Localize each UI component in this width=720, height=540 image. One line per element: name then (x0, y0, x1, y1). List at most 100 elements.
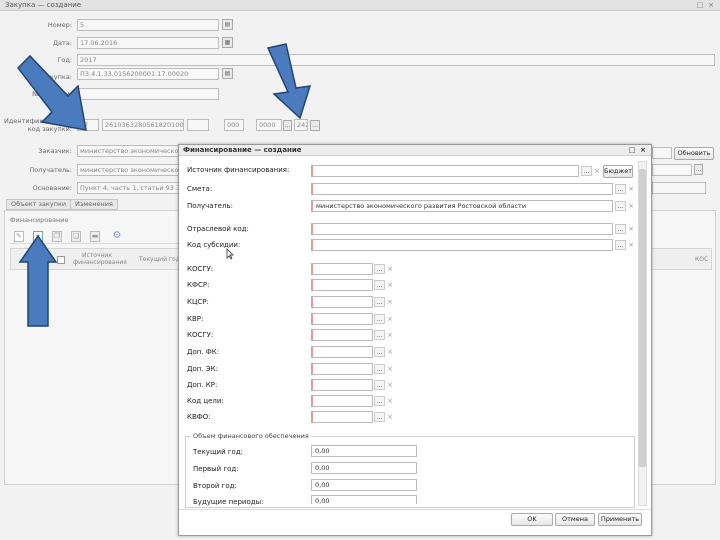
kcsr-clear-icon[interactable]: × (386, 297, 394, 307)
current-year-label: Текущий год: (193, 448, 244, 456)
settings-icon[interactable]: ⚙ (111, 230, 123, 242)
kvr-input[interactable] (311, 313, 373, 325)
tab-changes[interactable]: Изменения (70, 199, 118, 210)
ikz-part3-lookup-icon[interactable]: … (283, 120, 292, 131)
col-source-header[interactable]: Источник финансирования (73, 252, 127, 266)
goal-code-clear-icon[interactable]: × (386, 396, 394, 406)
subsidy-code-lookup-icon[interactable]: … (615, 240, 626, 250)
subsidy-code-input[interactable] (311, 239, 613, 251)
recipient-field[interactable]: министерство экономического р (77, 164, 179, 176)
col-current-year-header[interactable]: Текущий год (139, 256, 180, 263)
kvr-lookup-icon[interactable]: … (374, 314, 385, 324)
dop-ek-lookup-icon[interactable]: … (374, 364, 385, 374)
dop-fk-input[interactable] (311, 346, 373, 358)
year-field[interactable]: 2017 (77, 54, 715, 66)
kvr-clear-icon[interactable]: × (386, 314, 394, 324)
subsidy-code-clear-icon[interactable]: × (627, 240, 635, 250)
kosgu-clear-icon[interactable]: × (386, 264, 394, 274)
dop-fk-lookup-icon[interactable]: … (374, 347, 385, 357)
ikz-part2-field[interactable]: 000 (224, 119, 244, 131)
budget-button[interactable]: Бюджет (603, 165, 633, 178)
number-field[interactable]: 5 (77, 19, 219, 31)
recipient-label: Получатель: (29, 166, 72, 174)
basis-field[interactable]: Пункт 4, часть 1, статьи 93 Закон (77, 182, 179, 194)
kvfo-input[interactable] (311, 411, 373, 423)
dop-kr-lookup-icon[interactable]: … (374, 380, 385, 390)
branch-code-clear-icon[interactable]: × (627, 224, 635, 234)
ikz-part1-field[interactable] (187, 119, 209, 131)
tab-purchase-object[interactable]: Объект закупки (6, 199, 72, 210)
estimate-label: Смета: (187, 185, 213, 193)
branch-code-input[interactable] (311, 223, 613, 235)
kfsr-lookup-icon[interactable]: … (374, 280, 385, 290)
kosgu2-input[interactable] (311, 329, 373, 341)
estimate-input[interactable] (311, 183, 613, 195)
goal-code-lookup-icon[interactable]: … (374, 396, 385, 406)
kcsr-input[interactable] (311, 296, 373, 308)
purchase-doc-icon[interactable]: ▤ (222, 68, 233, 79)
estimate-clear-icon[interactable]: × (627, 184, 635, 194)
refresh-button[interactable]: Обновить (674, 147, 714, 160)
kosgu-lookup-icon[interactable]: … (374, 264, 385, 274)
future-periods-input[interactable]: 0,00 (311, 495, 417, 505)
ikz-part4-field[interactable]: 242 (294, 119, 308, 131)
recipient-dlg-label: Получатель: (187, 202, 233, 210)
select-all-checkbox[interactable] (57, 256, 65, 264)
dialog-maximize-icon[interactable]: □ (628, 146, 636, 154)
duplicate-icon[interactable]: ❏ (71, 231, 81, 242)
cancel-button[interactable]: Отмена (555, 513, 595, 526)
source-input[interactable] (311, 165, 579, 177)
calendar-icon[interactable]: ▦ (222, 37, 233, 48)
number-doc-icon[interactable]: ▤ (222, 19, 233, 30)
branch-code-lookup-icon[interactable]: … (615, 224, 626, 234)
kcsr-lookup-icon[interactable]: … (374, 297, 385, 307)
fieldset-legend: Объем финансового обеспечения (191, 432, 311, 440)
date-field[interactable]: 17.06.2016 (77, 37, 219, 49)
recipient-field-tail[interactable] (652, 164, 692, 176)
kvfo-clear-icon[interactable]: × (386, 412, 394, 422)
ikz-code-field[interactable]: 2610363280561820100 (102, 119, 184, 131)
dop-kr-clear-icon[interactable]: × (386, 380, 394, 390)
goal-code-input[interactable] (311, 395, 373, 407)
close-icon[interactable]: × (707, 1, 715, 9)
recipient-lookup-icon[interactable]: … (694, 164, 703, 175)
kvfo-lookup-icon[interactable]: … (374, 412, 385, 422)
dop-ek-input[interactable] (311, 363, 373, 375)
customer-field-tail[interactable] (652, 147, 672, 159)
kosgu-input[interactable] (311, 263, 373, 275)
window-titlebar: Закупка — создание □ × (0, 0, 720, 11)
number-label: Номер: (47, 21, 72, 29)
recipient-dlg-lookup-icon[interactable]: … (615, 201, 626, 211)
dop-kr-input[interactable] (311, 379, 373, 391)
dialog-close-icon[interactable]: × (639, 146, 647, 154)
col-kos-header[interactable]: КОС (695, 256, 708, 263)
customer-field[interactable]: министерство экономического ра (77, 145, 179, 157)
ok-button[interactable]: OK (511, 513, 553, 526)
current-year-input[interactable]: 0,00 (311, 445, 417, 457)
dop-fk-clear-icon[interactable]: × (386, 347, 394, 357)
recipient-dlg-clear-icon[interactable]: × (627, 201, 635, 211)
dop-ek-clear-icon[interactable]: × (386, 364, 394, 374)
kfsr-input[interactable] (311, 279, 373, 291)
source-clear-icon[interactable]: × (593, 166, 601, 176)
purchase-no-field[interactable]: П3.4.1.33.0156200001.17.00020 (77, 68, 219, 80)
apply-button[interactable]: Применить (598, 513, 642, 526)
maximize-icon[interactable]: □ (696, 1, 704, 9)
window-title: Закупка — создание (5, 1, 82, 9)
kfsr-label: КФСР: (187, 281, 210, 289)
basis-field-tail[interactable] (652, 182, 706, 194)
ikz-part4-lookup-icon[interactable]: … (310, 120, 320, 131)
order-no-field[interactable] (77, 88, 219, 100)
source-lookup-icon[interactable]: … (581, 166, 592, 176)
delete-icon[interactable]: ▬ (90, 231, 100, 242)
kosgu2-clear-icon[interactable]: × (386, 330, 394, 340)
ikz-part3-field[interactable]: 0000 (256, 119, 282, 131)
kfsr-clear-icon[interactable]: × (386, 280, 394, 290)
first-year-input[interactable]: 0,00 (311, 462, 417, 474)
recipient-input[interactable]: министерство экономического развития Рос… (311, 200, 613, 212)
dialog-scrollbar-thumb[interactable] (639, 169, 646, 467)
kosgu2-lookup-icon[interactable]: … (374, 330, 385, 340)
estimate-lookup-icon[interactable]: … (615, 184, 626, 194)
second-year-input[interactable]: 0,00 (311, 479, 417, 491)
goal-code-label: Код цели: (187, 397, 224, 405)
